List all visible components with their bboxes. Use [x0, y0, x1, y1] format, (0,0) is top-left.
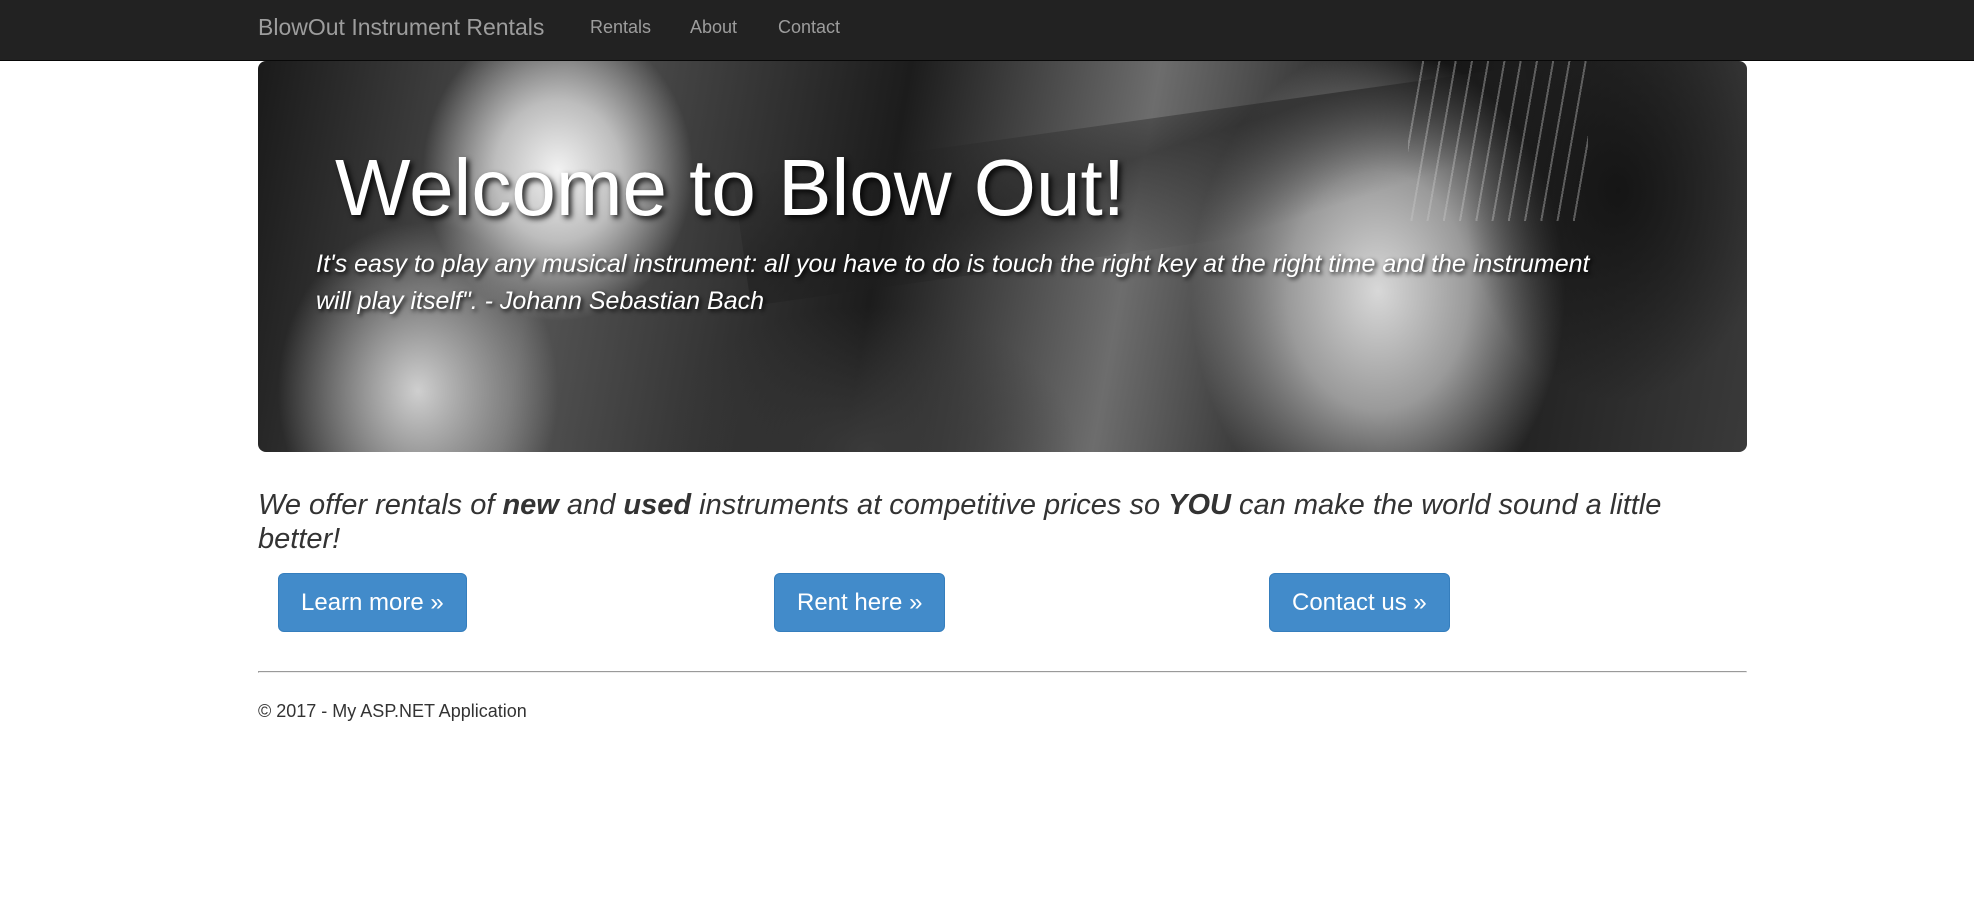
nav-link-rentals[interactable]: Rentals: [590, 17, 651, 37]
nav-link-about[interactable]: About: [690, 17, 737, 37]
hero-title: Welcome to Blow Out!: [335, 143, 1125, 232]
footer-divider: [258, 671, 1747, 673]
contact-us-button[interactable]: Contact us »: [1269, 573, 1450, 632]
lead-emphasis-you: YOU: [1168, 489, 1231, 521]
brand-link[interactable]: BlowOut Instrument Rentals: [258, 14, 544, 40]
lead-emphasis-new: new: [502, 489, 559, 521]
rent-here-button[interactable]: Rent here »: [774, 573, 946, 632]
footer-copyright: © 2017 - My ASP.NET Application: [258, 701, 527, 721]
lead-paragraph: We offer rentals of new and used instrum…: [258, 488, 1747, 556]
hero-quote: It's easy to play any musical instrument…: [316, 250, 1590, 315]
lead-text-3: instruments at competitive prices so: [691, 489, 1169, 521]
lead-text-2: and: [558, 489, 624, 521]
top-navbar: BlowOut Instrument Rentals Rentals About…: [0, 0, 1974, 61]
lead-emphasis-used: used: [623, 489, 692, 521]
nav-link-contact[interactable]: Contact: [778, 17, 840, 37]
learn-more-button[interactable]: Learn more »: [278, 573, 467, 632]
hero-image-guitar-strings: [1408, 61, 1588, 221]
lead-text-1: We offer rentals of: [258, 489, 503, 521]
